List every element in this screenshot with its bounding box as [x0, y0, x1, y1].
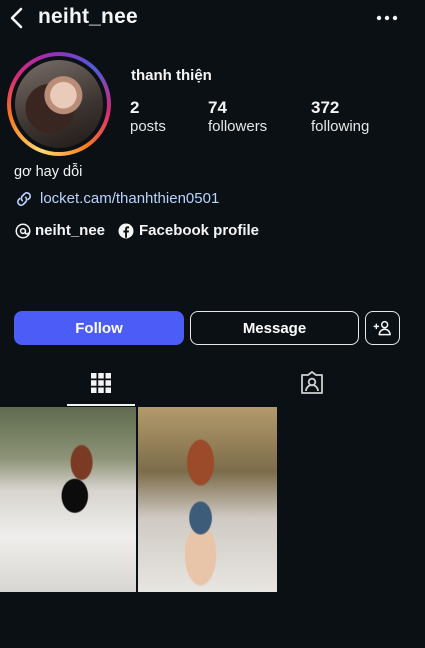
more-options-button[interactable] — [374, 6, 400, 30]
tagged-person-icon — [301, 371, 323, 394]
threads-icon — [14, 222, 32, 240]
following-count: 372 — [311, 98, 340, 117]
following-stat[interactable]: 372 following — [311, 98, 369, 135]
post-thumbnail[interactable] — [138, 407, 277, 592]
following-label: following — [311, 118, 370, 135]
follow-button[interactable]: Follow — [14, 311, 184, 345]
facebook-icon — [117, 222, 135, 240]
story-ring[interactable] — [7, 52, 111, 156]
back-button[interactable] — [6, 6, 30, 30]
avatar — [15, 60, 103, 148]
followers-label: followers — [208, 118, 268, 135]
tab-posts-grid[interactable] — [67, 364, 135, 406]
followers-count: 74 — [208, 98, 227, 117]
post-thumbnail[interactable] — [0, 407, 136, 592]
full-name: thanh thiện — [131, 67, 212, 84]
suggested-users-button[interactable] — [365, 311, 400, 345]
profile-link[interactable]: locket.cam/thanhthien0501 — [40, 190, 219, 207]
page-title-username: neiht_nee — [38, 5, 138, 28]
tab-tagged[interactable] — [292, 364, 332, 404]
posts-stat: 2 posts — [130, 98, 166, 135]
more-horizontal-icon — [376, 15, 398, 21]
add-person-icon — [373, 320, 391, 336]
link-icon — [14, 189, 34, 209]
posts-count: 2 — [130, 98, 140, 117]
threads-link[interactable]: neiht_nee — [35, 222, 105, 239]
grid-icon — [91, 373, 111, 393]
facebook-profile-link[interactable]: Facebook profile — [139, 222, 259, 239]
message-button[interactable]: Message — [190, 311, 359, 345]
posts-label: posts — [130, 118, 166, 135]
followers-stat[interactable]: 74 followers — [208, 98, 267, 135]
bio-text: gơ hay dỗi — [14, 164, 83, 180]
chevron-left-icon — [10, 7, 23, 29]
